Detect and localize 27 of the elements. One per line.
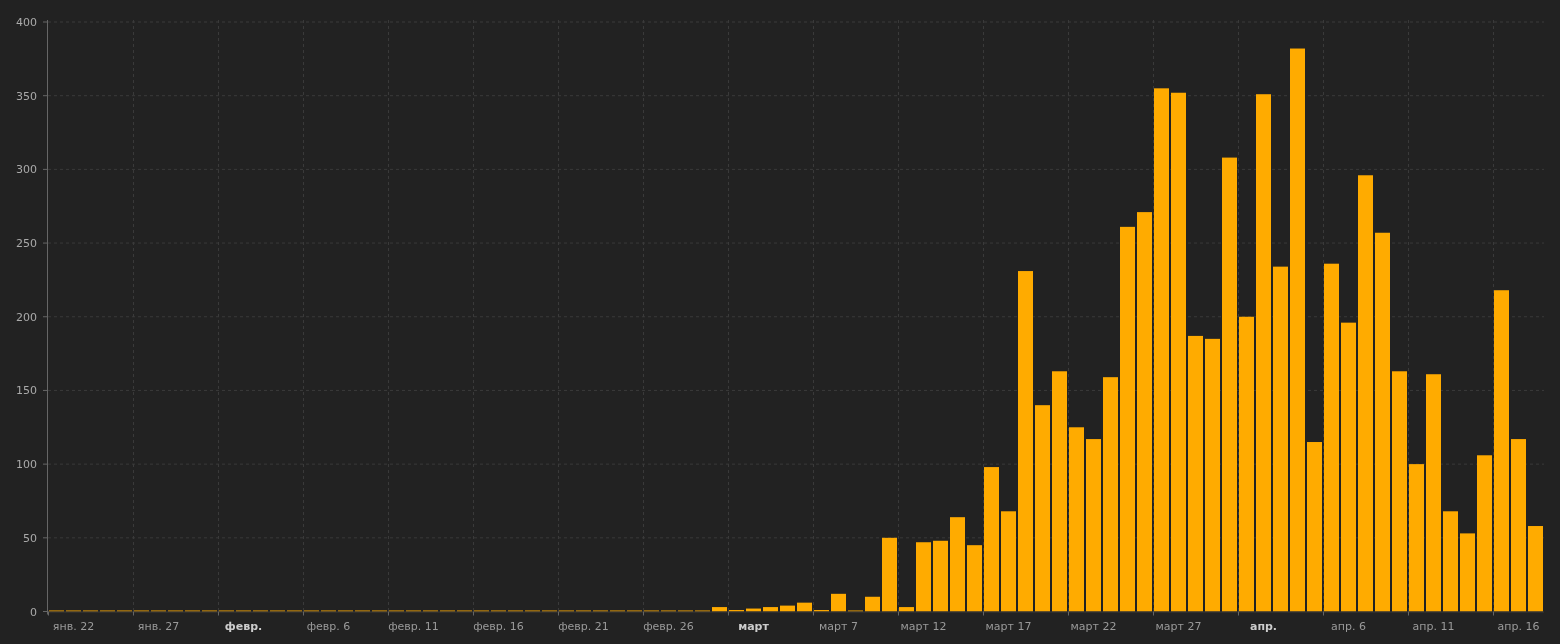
axis-label: апр. 16: [1497, 619, 1540, 633]
axis-label: март 7: [819, 619, 858, 633]
axis-label: 0: [30, 605, 37, 619]
axis-label: апр. 6: [1331, 619, 1366, 633]
axis-label: 250: [16, 237, 37, 251]
axis-label: март 27: [1155, 619, 1202, 633]
axis-label: 50: [23, 531, 37, 545]
axis-label: 200: [16, 310, 37, 324]
axis-label: март 17: [985, 619, 1032, 633]
axis-label: март: [738, 619, 769, 633]
axis-label: февр. 21: [558, 619, 609, 633]
axis-label: февр. 16: [473, 619, 524, 633]
axis-label: 350: [16, 89, 37, 103]
axis-label: февр.: [224, 619, 263, 633]
axis-label: март 22: [1070, 619, 1117, 633]
axis-label: 300: [16, 163, 37, 177]
axis-label: март 12: [900, 619, 947, 633]
axis-label: апр. 11: [1412, 619, 1455, 633]
axis-label: апр.: [1249, 619, 1278, 633]
axis-label: 100: [16, 458, 37, 472]
axis-label: февр. 26: [643, 619, 694, 633]
axis-label: февр. 6: [306, 619, 351, 633]
axis-label: 150: [16, 384, 37, 398]
axis-label: 400: [16, 16, 37, 29]
axis-label: янв. 27: [137, 619, 180, 633]
axis-label: февр. 11: [388, 619, 439, 633]
axis-label: янв. 22: [52, 619, 95, 633]
